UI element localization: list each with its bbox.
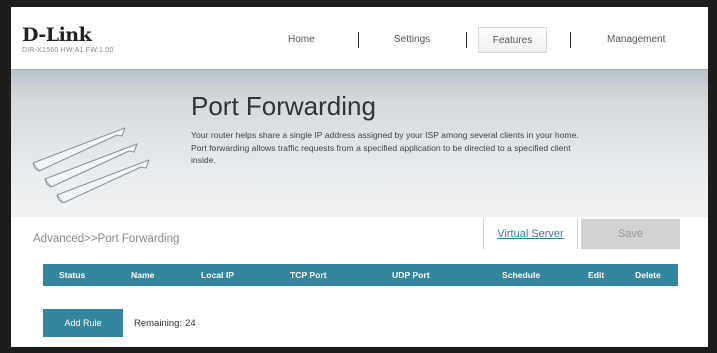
column-local-ip: Local IP — [201, 270, 234, 280]
nav-divider — [358, 32, 359, 48]
nav-divider — [466, 32, 467, 48]
column-schedule: Schedule — [502, 270, 541, 280]
dlink-logo: D-Link — [22, 24, 92, 46]
column-status: Status — [59, 270, 86, 280]
remaining-value: 24 — [185, 318, 196, 329]
column-delete: Delete — [635, 270, 661, 280]
nav-divider — [570, 32, 571, 48]
rules-table-header: Status Name Local IP TCP Port UDP Port S… — [43, 264, 678, 286]
description-line: Port forwarding allows traffic requests … — [191, 142, 571, 153]
column-tcp-port: TCP Port — [290, 270, 327, 280]
virtual-server-link[interactable]: Virtual Server — [483, 219, 578, 249]
page-description: Your router helps share a single IP addr… — [191, 129, 691, 167]
column-udp-port: UDP Port — [392, 270, 430, 280]
nav-home[interactable]: Home — [288, 34, 315, 45]
nav-settings[interactable]: Settings — [394, 34, 430, 45]
description-line: inside. — [191, 155, 216, 165]
breadcrumb: Advanced>>Port Forwarding — [33, 233, 180, 245]
router-admin-page: D-Link DIR-X1560 HW:A1 FW:1.00 Home Sett… — [11, 7, 708, 347]
column-name: Name — [131, 270, 155, 280]
column-edit: Edit — [588, 270, 605, 280]
add-rule-button[interactable]: Add Rule — [43, 309, 123, 337]
remaining-label: Remaining: — [134, 318, 183, 329]
remaining-count: Remaining: 24 — [134, 318, 196, 329]
top-header: D-Link DIR-X1560 HW:A1 FW:1.00 Home Sett… — [11, 7, 708, 69]
nav-management[interactable]: Management — [607, 34, 665, 45]
description-line: Your router helps share a single IP addr… — [191, 130, 579, 140]
port-forwarding-arrows-icon — [32, 127, 150, 203]
page-title: Port Forwarding — [191, 91, 376, 121]
nav-features[interactable]: Features — [478, 27, 547, 53]
save-button[interactable]: Save — [581, 219, 680, 249]
device-info: DIR-X1560 HW:A1 FW:1.00 — [22, 47, 114, 54]
